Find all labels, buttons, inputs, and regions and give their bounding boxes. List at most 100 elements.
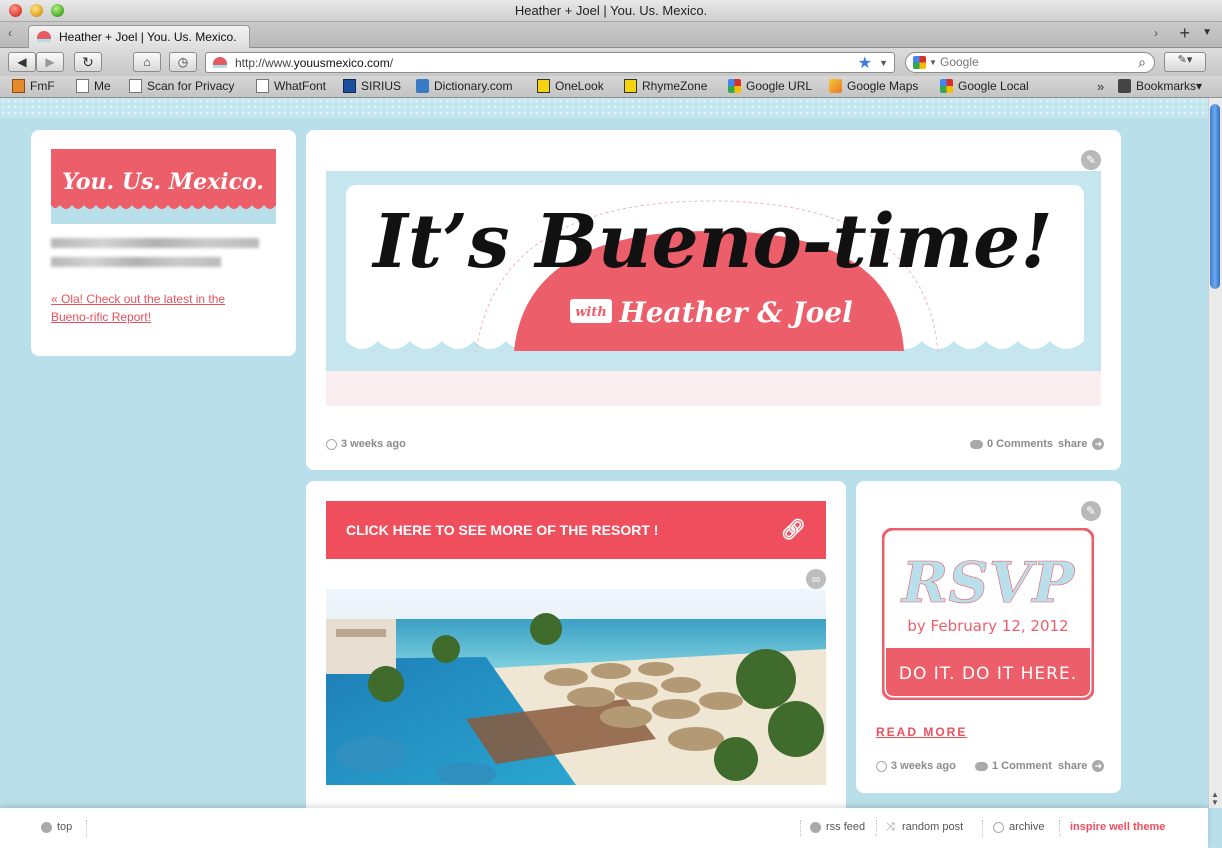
- bookmark-onelook[interactable]: OneLook: [537, 79, 604, 93]
- read-more-link[interactable]: READ MORE: [876, 725, 967, 739]
- bookmarks-bar: FmF Me Scan for Privacy WhatFont SIRIUS Dicti…: [0, 76, 1222, 98]
- random-text: random post: [902, 821, 964, 833]
- random-post-link[interactable]: ⤨ random post: [886, 821, 963, 833]
- bookmark-label: Scan for Privacy: [147, 79, 235, 93]
- bookmark-scan-for-privacy[interactable]: Scan for Privacy: [129, 79, 234, 93]
- shuffle-icon: ⤨: [886, 820, 895, 833]
- sirius-icon: [343, 79, 356, 93]
- tab-active[interactable]: Heather + Joel | You. Us. Mexico.: [28, 25, 250, 48]
- bookmark-sirius[interactable]: SIRIUS: [343, 79, 401, 93]
- rsvp-share-text: share: [1058, 760, 1088, 772]
- site-favicon-icon: [37, 31, 51, 42]
- resort-photo[interactable]: [326, 589, 826, 785]
- bookmarks-overflow-icon[interactable]: »: [1097, 79, 1104, 94]
- bookmark-label: Me: [94, 79, 111, 93]
- site-logo[interactable]: You. Us. Mexico.: [51, 149, 276, 224]
- rsvp-timestamp[interactable]: 3 weeks ago: [876, 760, 956, 772]
- top-text: top: [57, 821, 73, 833]
- tab-scroll-left-icon[interactable]: ‹: [8, 26, 12, 40]
- google-search-engine-icon[interactable]: [913, 56, 926, 69]
- rsvp-timestamp-text: 3 weeks ago: [891, 760, 956, 772]
- forward-button[interactable]: ▶: [36, 52, 64, 72]
- rsvp-post-card: ✎ RSVP by February 12, 2012 DO IT. DO IT…: [856, 481, 1121, 793]
- bookmark-whatfont[interactable]: WhatFont: [256, 79, 326, 93]
- bookmark-dictionary-com[interactable]: Dictionary.com: [416, 79, 512, 93]
- edit-pencil-icon[interactable]: ✎: [1081, 501, 1101, 521]
- share-arrow-icon: ➜: [1092, 438, 1105, 450]
- clock-icon: ◷: [177, 55, 189, 69]
- bookmark-label: Bookmarks: [1136, 79, 1197, 93]
- search-engine-chevron-icon[interactable]: ▼: [929, 58, 937, 67]
- tab-list-chevron-icon[interactable]: ▼: [1202, 27, 1212, 38]
- page-footer: top rss feed ⤨ random post archive inspir…: [0, 808, 1208, 848]
- home-button[interactable]: ⌂: [133, 52, 161, 72]
- rss-text: rss feed: [826, 821, 866, 833]
- bookmark-bookmarks[interactable]: Bookmarks ▾: [1118, 79, 1202, 93]
- archive-link[interactable]: archive: [993, 821, 1044, 833]
- bookmark-google-url[interactable]: Google URL: [728, 79, 812, 93]
- resort-link-button[interactable]: CLICK HERE TO SEE MORE OF THE RESORT ! 🔗…: [326, 501, 826, 559]
- history-button[interactable]: ◷: [169, 52, 197, 72]
- tab-scroll-right-icon[interactable]: ›: [1154, 26, 1158, 40]
- bookmark-rhymezone[interactable]: RhymeZone: [624, 79, 707, 93]
- google-icon: [728, 79, 741, 93]
- bookmark-google-maps[interactable]: Google Maps: [829, 79, 918, 93]
- bookmark-google-local[interactable]: Google Local: [940, 79, 1029, 93]
- book-icon: [1118, 79, 1131, 93]
- title-bar: Heather + Joel | You. Us. Mexico.: [0, 0, 1222, 22]
- url-bar[interactable]: http://www.youusmexico.com/ ★ ▼: [205, 52, 895, 73]
- chain-link-icon: 🔗︎: [780, 519, 806, 541]
- back-button[interactable]: ◀: [8, 52, 36, 72]
- bookmark-label: Google URL: [746, 79, 813, 93]
- hero-post-card: ✎ It’s Bueno-time! with Heather & Joel 3…: [306, 130, 1121, 470]
- rsvp-by-date: by February 12, 2012: [907, 617, 1068, 635]
- latest-report-link[interactable]: « Ola! Check out the latest in the Bueno…: [51, 290, 261, 326]
- url-dropdown-chevron-icon[interactable]: ▼: [879, 58, 888, 68]
- extension-button[interactable]: ✎▾: [1164, 52, 1206, 72]
- footer-divider: [86, 820, 87, 836]
- hero-share-button[interactable]: share ➜: [1058, 438, 1105, 450]
- theme-credit-link[interactable]: inspire well theme: [1070, 821, 1165, 833]
- scrollbar-thumb[interactable]: [1210, 104, 1220, 289]
- bookmark-me[interactable]: Me: [76, 79, 111, 93]
- site-favicon-icon: [213, 57, 227, 68]
- clock-icon: [326, 438, 337, 450]
- url-domain: youusmexico.com: [293, 56, 390, 70]
- url-text[interactable]: http://www.youusmexico.com/: [235, 56, 393, 70]
- permalink-chain-icon[interactable]: ∞: [806, 569, 826, 589]
- reload-button[interactable]: ↻: [74, 52, 102, 72]
- back-to-top-link[interactable]: top: [41, 821, 72, 833]
- hero-comments-link[interactable]: 0 Comments: [970, 438, 1053, 450]
- search-icon[interactable]: ⌕: [1138, 54, 1146, 71]
- bookmark-label: WhatFont: [274, 79, 327, 93]
- rsvp-graphic[interactable]: RSVP by February 12, 2012 DO IT. DO IT H…: [882, 528, 1094, 700]
- rss-feed-link[interactable]: rss feed: [810, 821, 865, 833]
- fmf-icon: [12, 79, 25, 93]
- footer-divider: [800, 820, 801, 836]
- edit-pencil-icon[interactable]: ✎: [1081, 150, 1101, 170]
- rsvp-comments-link[interactable]: 1 Comment: [975, 760, 1052, 772]
- bookmark-fmf[interactable]: FmF: [12, 79, 55, 93]
- scroll-down-arrow-icon[interactable]: ▼: [1210, 798, 1220, 807]
- search-box[interactable]: ▼ ⌕: [905, 52, 1155, 73]
- page-icon: [76, 79, 89, 93]
- page-header-pattern: [0, 98, 1208, 118]
- clock-icon: [993, 821, 1004, 833]
- up-arrow-icon: [41, 821, 52, 833]
- bookmark-label: OneLook: [555, 79, 604, 93]
- search-input[interactable]: [940, 55, 1130, 69]
- hero-names: Heather & Joel: [618, 296, 852, 329]
- bookmark-star-icon[interactable]: ★: [858, 53, 872, 73]
- logo-text: You. Us. Mexico.: [62, 169, 264, 195]
- maps-icon: [829, 79, 842, 93]
- rsvp-share-button[interactable]: share ➜: [1058, 760, 1105, 772]
- new-tab-button[interactable]: +: [1179, 23, 1190, 44]
- navigation-toolbar: ◀ ▶ ↻ ⌂ ◷ http://www.youusmexico.com/ ★ …: [0, 48, 1222, 76]
- dict-icon: [416, 79, 429, 93]
- bookmark-label: Google Local: [958, 79, 1029, 93]
- yellow-icon: [537, 79, 550, 93]
- hero-timestamp[interactable]: 3 weeks ago: [326, 438, 406, 450]
- google-icon: [940, 79, 953, 93]
- bookmarks-chevron-icon: ▾: [1196, 79, 1203, 93]
- bookmark-label: SIRIUS: [361, 79, 402, 93]
